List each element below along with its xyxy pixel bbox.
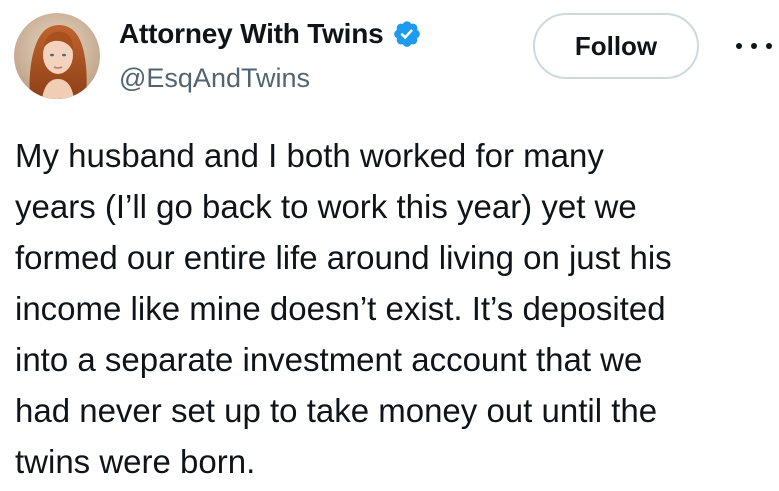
more-dot	[766, 43, 772, 49]
avatar[interactable]	[14, 13, 100, 99]
tweet-card: Attorney With Twins @EsqAndTwins Follow …	[0, 0, 779, 491]
tweet-text-line: My husband and I both worked for many	[15, 137, 604, 174]
tweet-text-line: income like mine doesn’t exist. It’s dep…	[15, 290, 666, 327]
profile-photo-icon	[14, 13, 100, 99]
tweet-text: My husband and I both worked for many ye…	[15, 130, 775, 487]
more-dot	[736, 43, 742, 49]
follow-button[interactable]: Follow	[533, 13, 699, 79]
more-dot	[751, 43, 757, 49]
author-name-row: Attorney With Twins	[119, 14, 422, 54]
more-options-icon[interactable]	[736, 36, 772, 56]
verified-badge-icon[interactable]	[392, 19, 422, 49]
tweet-text-line: twins were born.	[15, 443, 256, 480]
tweet-text-line: formed our entire life around living on …	[15, 239, 672, 276]
tweet-text-line: had never set up to take money out until…	[15, 392, 658, 429]
author-display-name[interactable]: Attorney With Twins	[119, 14, 384, 54]
tweet-text-line: into a separate investment account that …	[15, 341, 643, 378]
tweet-text-line: years (I’ll go back to work this year) y…	[15, 188, 637, 225]
author-handle[interactable]: @EsqAndTwins	[119, 60, 310, 96]
